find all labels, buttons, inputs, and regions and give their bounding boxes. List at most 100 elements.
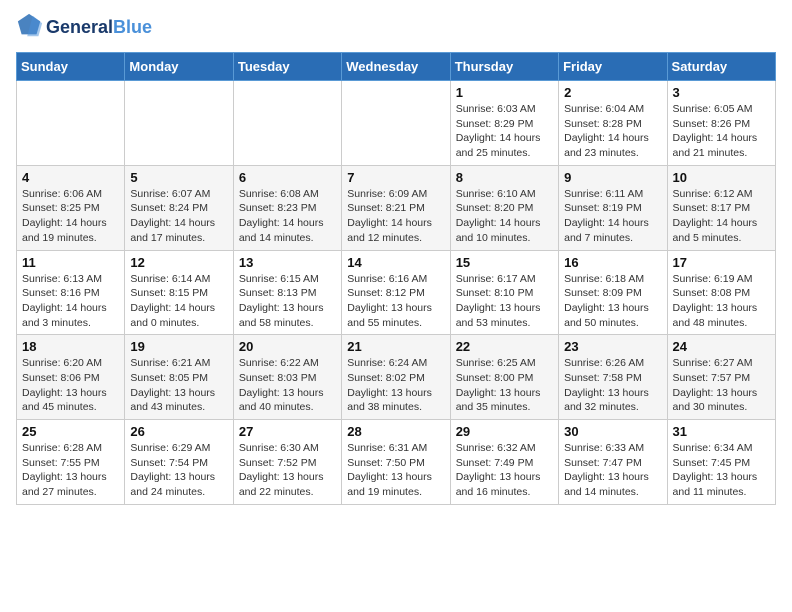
- day-info: Sunrise: 6:33 AM Sunset: 7:47 PM Dayligh…: [564, 441, 661, 500]
- day-number: 19: [130, 339, 227, 354]
- day-number: 17: [673, 255, 770, 270]
- day-info: Sunrise: 6:27 AM Sunset: 7:57 PM Dayligh…: [673, 356, 770, 415]
- day-number: 13: [239, 255, 336, 270]
- calendar-cell: 17Sunrise: 6:19 AM Sunset: 8:08 PM Dayli…: [667, 250, 775, 335]
- day-number: 23: [564, 339, 661, 354]
- day-info: Sunrise: 6:09 AM Sunset: 8:21 PM Dayligh…: [347, 187, 444, 246]
- calendar-cell: 26 Sunrise: 6:29 AM Sunset: 7:54 PM Dayli…: [125, 420, 233, 505]
- day-number: 20: [239, 339, 336, 354]
- calendar-cell: 28 Sunrise: 6:31 AM Sunset: 7:50 PM Dayli…: [342, 420, 450, 505]
- header-day-thursday: Thursday: [450, 53, 558, 81]
- header-day-saturday: Saturday: [667, 53, 775, 81]
- day-number: 6: [239, 170, 336, 185]
- day-number: 29: [456, 424, 553, 439]
- day-number: 24: [673, 339, 770, 354]
- calendar-cell: 14 Sunrise: 6:16 AM Sunset: 8:12 PM Dayli…: [342, 250, 450, 335]
- day-number: 4: [22, 170, 119, 185]
- page-header: GeneralBlue: [16, 16, 776, 40]
- calendar-cell: 12 Sunrise: 6:14 AM Sunset: 8:15 PM Dayli…: [125, 250, 233, 335]
- day-info: Sunrise: 6:12 AM Sunset: 8:17 PM Dayligh…: [673, 187, 770, 246]
- day-info: Sunrise: 6:04 AM Sunset: 8:28 PM Dayligh…: [564, 102, 661, 161]
- logo: GeneralBlue: [16, 16, 152, 40]
- day-info: Sunrise: 6:32 AM Sunset: 7:49 PM Dayligh…: [456, 441, 553, 500]
- calendar-cell: 7 Sunrise: 6:09 AM Sunset: 8:21 PM Daylig…: [342, 165, 450, 250]
- calendar-cell: 9Sunrise: 6:11 AM Sunset: 8:19 PM Daylig…: [559, 165, 667, 250]
- day-info: Sunrise: 6:06 AM Sunset: 8:25 PM Dayligh…: [22, 187, 119, 246]
- header-row: SundayMondayTuesdayWednesdayThursdayFrid…: [17, 53, 776, 81]
- day-info: Sunrise: 6:31 AM Sunset: 7:50 PM Dayligh…: [347, 441, 444, 500]
- day-number: 18: [22, 339, 119, 354]
- calendar-cell: [233, 81, 341, 166]
- week-row-2: 4 Sunrise: 6:06 AM Sunset: 8:25 PM Daylig…: [17, 165, 776, 250]
- day-number: 25: [22, 424, 119, 439]
- day-info: Sunrise: 6:08 AM Sunset: 8:23 PM Dayligh…: [239, 187, 336, 246]
- calendar-cell: [342, 81, 450, 166]
- day-number: 22: [456, 339, 553, 354]
- day-info: Sunrise: 6:26 AM Sunset: 7:58 PM Dayligh…: [564, 356, 661, 415]
- calendar-cell: 1 Sunrise: 6:03 AM Sunset: 8:29 PM Daylig…: [450, 81, 558, 166]
- week-row-4: 18 Sunrise: 6:20 AM Sunset: 8:06 PM Dayli…: [17, 335, 776, 420]
- calendar-cell: 3Sunrise: 6:05 AM Sunset: 8:26 PM Daylig…: [667, 81, 775, 166]
- day-number: 15: [456, 255, 553, 270]
- calendar-cell: 21Sunrise: 6:24 AM Sunset: 8:02 PM Dayli…: [342, 335, 450, 420]
- day-info: Sunrise: 6:16 AM Sunset: 8:12 PM Dayligh…: [347, 272, 444, 331]
- day-info: Sunrise: 6:22 AM Sunset: 8:03 PM Dayligh…: [239, 356, 336, 415]
- day-info: Sunrise: 6:17 AM Sunset: 8:10 PM Dayligh…: [456, 272, 553, 331]
- calendar-cell: 25 Sunrise: 6:28 AM Sunset: 7:55 PM Dayli…: [17, 420, 125, 505]
- day-number: 1: [456, 85, 553, 100]
- day-number: 2: [564, 85, 661, 100]
- day-info: Sunrise: 6:21 AM Sunset: 8:05 PM Dayligh…: [130, 356, 227, 415]
- day-number: 10: [673, 170, 770, 185]
- week-row-5: 25 Sunrise: 6:28 AM Sunset: 7:55 PM Dayli…: [17, 420, 776, 505]
- day-number: 31: [673, 424, 770, 439]
- logo-icon: [16, 12, 44, 40]
- day-number: 12: [130, 255, 227, 270]
- calendar-cell: 22 Sunrise: 6:25 AM Sunset: 8:00 PM Dayli…: [450, 335, 558, 420]
- day-info: Sunrise: 6:24 AM Sunset: 8:02 PM Dayligh…: [347, 356, 444, 415]
- day-info: Sunrise: 6:07 AM Sunset: 8:24 PM Dayligh…: [130, 187, 227, 246]
- day-info: Sunrise: 6:29 AM Sunset: 7:54 PM Dayligh…: [130, 441, 227, 500]
- day-number: 7: [347, 170, 444, 185]
- calendar-cell: 19 Sunrise: 6:21 AM Sunset: 8:05 PM Dayli…: [125, 335, 233, 420]
- header-day-wednesday: Wednesday: [342, 53, 450, 81]
- day-info: Sunrise: 6:05 AM Sunset: 8:26 PM Dayligh…: [673, 102, 770, 161]
- calendar-cell: 29 Sunrise: 6:32 AM Sunset: 7:49 PM Dayli…: [450, 420, 558, 505]
- day-number: 27: [239, 424, 336, 439]
- day-number: 14: [347, 255, 444, 270]
- day-info: Sunrise: 6:28 AM Sunset: 7:55 PM Dayligh…: [22, 441, 119, 500]
- header-day-friday: Friday: [559, 53, 667, 81]
- calendar-cell: 27Sunrise: 6:30 AM Sunset: 7:52 PM Dayli…: [233, 420, 341, 505]
- day-number: 26: [130, 424, 227, 439]
- day-info: Sunrise: 6:34 AM Sunset: 7:45 PM Dayligh…: [673, 441, 770, 500]
- header-day-sunday: Sunday: [17, 53, 125, 81]
- calendar-cell: 23 Sunrise: 6:26 AM Sunset: 7:58 PM Dayli…: [559, 335, 667, 420]
- calendar-body: 1 Sunrise: 6:03 AM Sunset: 8:29 PM Daylig…: [17, 81, 776, 505]
- day-info: Sunrise: 6:20 AM Sunset: 8:06 PM Dayligh…: [22, 356, 119, 415]
- calendar-cell: 31 Sunrise: 6:34 AM Sunset: 7:45 PM Dayli…: [667, 420, 775, 505]
- header-day-monday: Monday: [125, 53, 233, 81]
- calendar-cell: [17, 81, 125, 166]
- calendar-cell: 16 Sunrise: 6:18 AM Sunset: 8:09 PM Dayli…: [559, 250, 667, 335]
- day-number: 9: [564, 170, 661, 185]
- calendar-cell: 5Sunrise: 6:07 AM Sunset: 8:24 PM Daylig…: [125, 165, 233, 250]
- calendar-cell: 6 Sunrise: 6:08 AM Sunset: 8:23 PM Daylig…: [233, 165, 341, 250]
- day-info: Sunrise: 6:13 AM Sunset: 8:16 PM Dayligh…: [22, 272, 119, 331]
- calendar-cell: 13 Sunrise: 6:15 AM Sunset: 8:13 PM Dayli…: [233, 250, 341, 335]
- day-info: Sunrise: 6:14 AM Sunset: 8:15 PM Dayligh…: [130, 272, 227, 331]
- calendar-cell: 30 Sunrise: 6:33 AM Sunset: 7:47 PM Dayli…: [559, 420, 667, 505]
- calendar-cell: 2 Sunrise: 6:04 AM Sunset: 8:28 PM Daylig…: [559, 81, 667, 166]
- day-number: 16: [564, 255, 661, 270]
- calendar-cell: 4 Sunrise: 6:06 AM Sunset: 8:25 PM Daylig…: [17, 165, 125, 250]
- day-number: 28: [347, 424, 444, 439]
- calendar-table: SundayMondayTuesdayWednesdayThursdayFrid…: [16, 52, 776, 505]
- calendar-cell: 8Sunrise: 6:10 AM Sunset: 8:20 PM Daylig…: [450, 165, 558, 250]
- day-info: Sunrise: 6:03 AM Sunset: 8:29 PM Dayligh…: [456, 102, 553, 161]
- day-info: Sunrise: 6:25 AM Sunset: 8:00 PM Dayligh…: [456, 356, 553, 415]
- day-number: 30: [564, 424, 661, 439]
- day-info: Sunrise: 6:18 AM Sunset: 8:09 PM Dayligh…: [564, 272, 661, 331]
- day-info: Sunrise: 6:15 AM Sunset: 8:13 PM Dayligh…: [239, 272, 336, 331]
- calendar-cell: 15 Sunrise: 6:17 AM Sunset: 8:10 PM Dayli…: [450, 250, 558, 335]
- day-number: 11: [22, 255, 119, 270]
- calendar-cell: 20 Sunrise: 6:22 AM Sunset: 8:03 PM Dayli…: [233, 335, 341, 420]
- day-number: 8: [456, 170, 553, 185]
